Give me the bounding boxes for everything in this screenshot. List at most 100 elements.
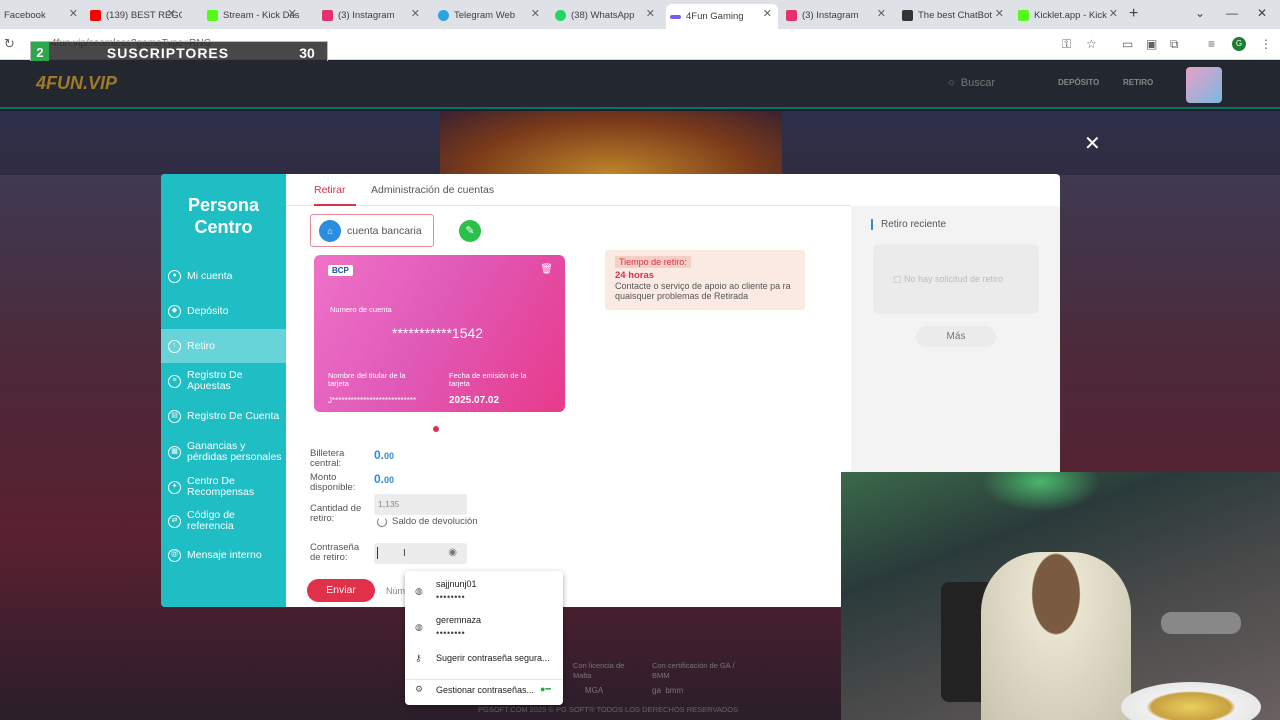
- webcam-green-light: [981, 472, 1101, 512]
- ga-logo: ga: [652, 686, 661, 695]
- browser-tab-instagram-2[interactable]: (3) Instagram ✕: [782, 4, 892, 26]
- autofill-password-mask: ••••••••: [436, 628, 466, 638]
- browser-tab-telegram[interactable]: Telegram Web ✕: [434, 4, 546, 26]
- notice-title: Tiempo de retiro:: [615, 256, 691, 268]
- wallet-label: Billetera central:: [310, 448, 345, 469]
- tab-administracion-cuentas[interactable]: Administración de cuentas: [371, 184, 494, 196]
- browser-tab-kicklet[interactable]: Kicklet.app - Kick ✕: [1014, 4, 1124, 26]
- sidebar-item-retiro[interactable]: ↑ Retiro: [161, 329, 286, 363]
- reload-icon[interactable]: ↻: [4, 36, 15, 52]
- tab-label: 4Fun Gaming: [686, 11, 744, 22]
- available-value-int: 0.: [374, 472, 385, 486]
- refund-balance[interactable]: Saldo de devolución: [377, 516, 478, 527]
- webcam-food-plate: [1121, 682, 1261, 720]
- eye-hidden-icon[interactable]: ◉: [448, 547, 457, 558]
- bank-account-button[interactable]: ⌂ cuenta bancaria: [310, 214, 434, 247]
- chart-icon: ▦: [168, 445, 181, 459]
- chevron-down-icon[interactable]: ⌄: [1195, 6, 1205, 20]
- new-tab-plus-icon[interactable]: +: [1129, 5, 1138, 23]
- browser-tab-4fun-active[interactable]: 4Fun Gaming ✕: [666, 4, 778, 29]
- minimize-icon[interactable]: —: [1226, 6, 1238, 20]
- sidebar-title-line2: Centro: [194, 217, 253, 237]
- modal-close-icon[interactable]: ✕: [1084, 131, 1101, 156]
- trash-icon[interactable]: 🗑: [540, 264, 553, 275]
- sidebar-item-deposito[interactable]: ◆ Depósito: [161, 294, 286, 328]
- tab-close-icon[interactable]: ✕: [646, 7, 655, 20]
- more-button[interactable]: Más: [916, 326, 996, 347]
- sidebar-item-mensaje[interactable]: @ Mensaje interno: [161, 538, 286, 572]
- cast-icon[interactable]: ▭: [1122, 37, 1133, 51]
- modal-tabs: Retirar Administración de cuentas: [286, 174, 851, 206]
- key-icon[interactable]: ⚿: [1062, 37, 1071, 52]
- close-window-icon[interactable]: ✕: [1257, 6, 1267, 20]
- password-label: Contraseña de retiro:: [310, 542, 360, 563]
- footer-cert-line1: Con certificación de GA /: [652, 661, 735, 670]
- star-icon[interactable]: ☆: [1086, 37, 1097, 51]
- sidebar-item-mi-cuenta[interactable]: ● Mi cuenta: [161, 259, 286, 293]
- divider: [405, 679, 563, 680]
- empty-label: No hay solicitud de retiro: [904, 274, 1004, 284]
- tab-close-icon[interactable]: ✕: [411, 7, 420, 20]
- browser-tab-chatbot[interactable]: The best ChatBot ✕: [898, 4, 1010, 26]
- header-deposit-button[interactable]: DEPÓSITO: [1058, 78, 1099, 87]
- send-button[interactable]: Enviar: [307, 579, 375, 602]
- tab-close-icon[interactable]: ✕: [288, 7, 297, 20]
- footer-cert-line2: BMM: [652, 671, 670, 680]
- browser-tab-kick[interactable]: Stream - Kick Das ✕: [203, 4, 303, 26]
- profile-avatar-icon[interactable]: G: [1232, 37, 1246, 51]
- footer-copyright: PGSOFT.COM 2025 © PG SOFT® TODOS LOS DER…: [478, 705, 739, 714]
- site-logo[interactable]: 4FUN.VIP: [36, 73, 117, 94]
- browser-tab-bar: Facebook ✕ (139) BEST REGGA ✕ Stream - K…: [0, 0, 1280, 29]
- list-icon: ≡: [168, 374, 181, 388]
- sidebar-item-ganancias[interactable]: ▦ Ganancias y pérdidas personales: [161, 435, 286, 469]
- withdraw-time-notice: Tiempo de retiro: 24 horas Contacte o se…: [605, 250, 805, 310]
- bank-logo: BCP: [328, 265, 353, 276]
- sidebar-item-referencia[interactable]: ⇄ Código de referencia: [161, 504, 286, 538]
- carousel-dot[interactable]: [433, 426, 439, 432]
- sidebar-item-recompensas[interactable]: ✦ Centro De Recompensas: [161, 470, 286, 504]
- withdraw-icon: ↑: [168, 339, 181, 353]
- at-icon: @: [168, 548, 181, 562]
- site-header: 4FUN.VIP ○ Buscar DEPÓSITO RETIRO: [0, 61, 1280, 109]
- tab-close-icon[interactable]: ✕: [877, 7, 886, 20]
- autofill-entry[interactable]: ◍ geremnaza ••••••••: [405, 607, 563, 643]
- sidebar-item-label: Retiro: [187, 339, 216, 352]
- tab-label: The best ChatBot: [918, 9, 992, 21]
- suggest-password-option[interactable]: ⚷ Sugerir contraseña segura...: [405, 643, 563, 673]
- gift-icon: ✦: [168, 480, 181, 494]
- footer-certification: Con certificación de GA / BMM: [652, 661, 735, 681]
- autofill-entry[interactable]: ◍ sajjnunj01 ••••••••: [405, 571, 563, 607]
- browser-tab-facebook[interactable]: Facebook ✕: [0, 4, 84, 26]
- tab-close-icon[interactable]: ✕: [69, 7, 78, 20]
- extension-icon[interactable]: ▣: [1146, 37, 1157, 51]
- sidebar-item-registro-cuenta[interactable]: ▤ Registro De Cuenta: [161, 399, 286, 433]
- sidebar-item-registro-apuestas[interactable]: ≡ Registro De Apuestas: [161, 364, 286, 398]
- tab-close-icon[interactable]: ✕: [1109, 7, 1118, 20]
- search-box[interactable]: ○ Buscar: [948, 77, 995, 89]
- card-holder-label: Nombre del titular de la tarjeta: [328, 371, 406, 388]
- header-withdraw-button[interactable]: RETIRO: [1123, 78, 1153, 87]
- sidebar-item-label: Registro De Apuestas: [187, 369, 243, 392]
- card-date: 2025.07.02: [449, 395, 500, 406]
- manage-passwords-option[interactable]: ⚙ Gestionar contraseñas... ●━: [405, 681, 563, 705]
- password-input[interactable]: ◉: [374, 543, 467, 564]
- tab-close-icon[interactable]: ✕: [167, 7, 176, 20]
- tab-close-icon[interactable]: ✕: [995, 7, 1004, 20]
- modal-sidebar: Persona Centro ● Mi cuenta ◆ Depósito ↑ Ret…: [161, 174, 286, 607]
- user-avatar[interactable]: [1186, 67, 1222, 103]
- amount-label: Cantidad de retiro:: [310, 503, 362, 524]
- media-icon[interactable]: ≡: [1208, 37, 1215, 51]
- puzzle-icon[interactable]: ⧉: [1170, 37, 1179, 52]
- edit-pencil-icon[interactable]: ✎: [459, 220, 481, 242]
- tab-close-icon[interactable]: ✕: [531, 7, 540, 20]
- tab-retirar[interactable]: Retirar: [314, 184, 346, 196]
- tab-label: Facebook: [4, 9, 46, 21]
- browser-tab-whatsapp[interactable]: (38) WhatsApp ✕: [551, 4, 661, 26]
- browser-tab-instagram[interactable]: (3) Instagram ✕: [318, 4, 426, 26]
- browser-tab-youtube[interactable]: (139) BEST REGGA ✕: [86, 4, 182, 26]
- tab-close-icon[interactable]: ✕: [763, 7, 772, 20]
- search-icon: ○: [948, 77, 961, 89]
- kebab-menu-icon[interactable]: ⋮: [1260, 37, 1272, 51]
- amount-input[interactable]: 1,135: [374, 494, 467, 515]
- wallet-value-dec: 00: [384, 451, 395, 461]
